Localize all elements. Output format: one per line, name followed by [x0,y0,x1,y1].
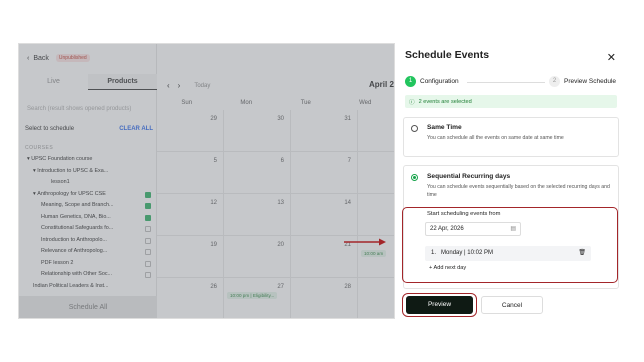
schedule-events-modal: Schedule Events ✕ 1 Configuration 2 Prev… [394,43,626,319]
alert-text: 2 events are selected [418,98,472,105]
selection-alert: ⓘ 2 events are selected [405,95,617,108]
calendar-icon: ▤ [510,226,516,232]
option-description: You can schedule all the events on same … [427,135,564,141]
option-description: You can schedule events sequentially bas… [427,184,610,198]
highlight-box [402,207,618,283]
row-value: Monday | 10:02 PM [441,250,493,256]
recurring-day-row[interactable]: 1. Monday | 10:02 PM 🗑 [425,246,591,261]
cancel-button[interactable]: Cancel [481,296,543,314]
option-title: Sequential Recurring days [427,173,511,180]
radio-button[interactable] [411,174,418,181]
preview-button[interactable]: Preview [406,296,473,314]
step-number: 1 [405,76,416,87]
trash-icon[interactable]: 🗑 [578,246,586,261]
date-value: 22 Apr, 2026 [430,226,464,232]
info-icon: ⓘ [409,99,415,106]
modal-backdrop[interactable] [19,44,395,318]
radio-button[interactable] [411,125,418,132]
step-number: 2 [549,76,560,87]
row-number: 1. [431,250,437,256]
modal-title: Schedule Events [405,49,490,61]
close-icon[interactable]: ✕ [607,51,616,64]
start-date-field[interactable]: 22 Apr, 2026 ▤ [425,222,521,236]
step-preview: 2 Preview Schedule [549,76,616,87]
step-label: Configuration [420,78,459,85]
arrow-right-icon [344,238,386,246]
step-connector [467,81,545,83]
start-date-label: Start scheduling events from [427,211,501,217]
option-title: Same Time [427,124,462,131]
add-next-day-button[interactable]: + Add next day [429,265,466,271]
option-same-time[interactable]: Same Time You can schedule all the event… [403,117,619,157]
step-label: Preview Schedule [564,78,617,85]
step-configuration: 1 Configuration [405,76,459,87]
